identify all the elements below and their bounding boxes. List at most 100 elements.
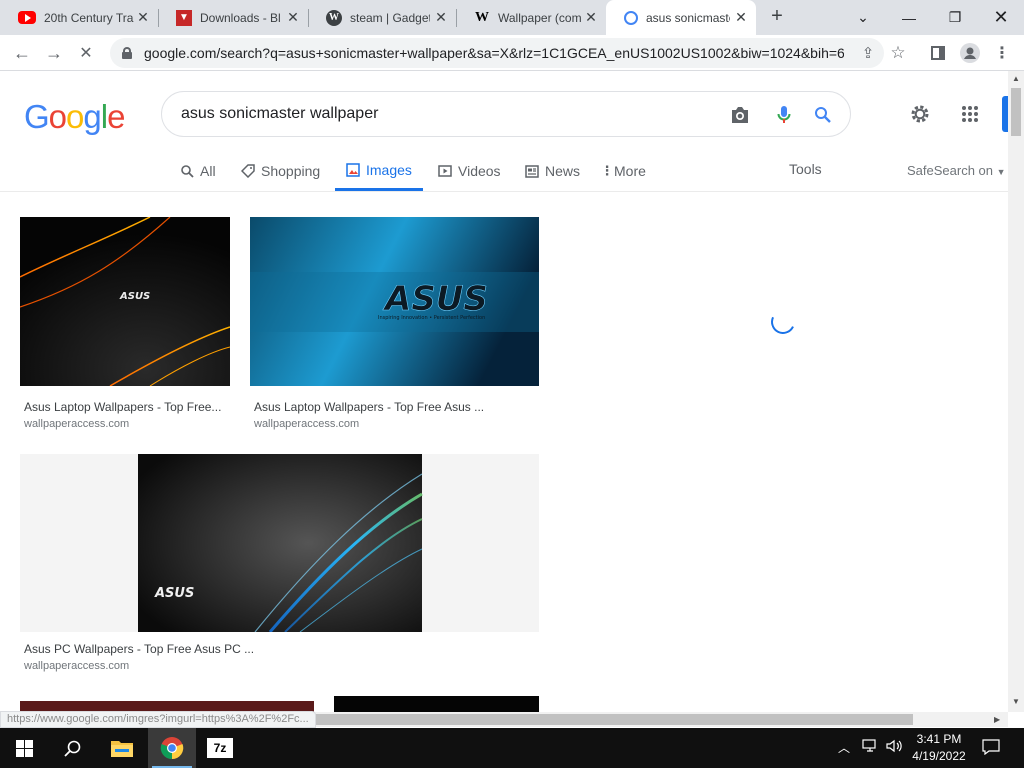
tab-more[interactable]: ⋮ More [601,151,646,191]
search-icon[interactable] [811,103,835,127]
forward-arrow-icon[interactable]: → [40,39,68,67]
clock-time: 3:41 PM [916,732,962,746]
tab-title: Wallpaper (com [498,10,582,25]
address-url[interactable]: google.com/search?q=asus+sonicmaster+wal… [144,45,844,61]
tab-title: 20th Century Tra [44,10,134,25]
result-thumbnail[interactable]: ASUS Inspiring Innovation • Persistent P… [250,217,539,386]
tab-all[interactable]: All [180,151,216,191]
clock-date: 4/19/2022 [912,749,966,763]
scroll-up-arrow-icon[interactable]: ▲ [1012,74,1020,83]
search-icon[interactable] [48,728,96,768]
news-icon [525,164,539,178]
stop-loading-icon[interactable]: ✕ [72,39,100,67]
browser-tab[interactable]: ▼ Downloads - Bl ✕ [158,0,308,35]
tab-strip: 20th Century Tra ✕ ▼ Downloads - Bl ✕ W … [0,0,1024,35]
notifications-icon[interactable] [982,739,1000,758]
tab-shopping[interactable]: Shopping [241,151,320,191]
volume-icon[interactable] [886,739,904,756]
new-tab-button[interactable]: + [765,5,789,29]
scroll-down-arrow-icon[interactable]: ▼ [1012,697,1020,706]
asus-logo: ASUS [119,291,150,302]
wikipedia-icon: W [475,9,489,25]
7zip-icon[interactable]: 7z [196,728,244,768]
tab-search-icon[interactable]: ⌄ [840,0,886,35]
search-input[interactable]: asus sonicmaster wallpaper [161,91,851,137]
google-results-page: Google asus sonicmaster wallpaper All Sh… [0,71,1008,712]
browser-tab[interactable]: W steam | Gadget ✕ [308,0,456,35]
side-panel-icon[interactable] [926,41,950,65]
asus-logo: ASUS [382,279,488,319]
tools-button[interactable]: Tools [789,161,822,177]
windows-start-icon[interactable] [0,728,48,768]
close-icon[interactable]: ✕ [584,10,598,24]
result-source[interactable]: wallpaperaccess.com [24,418,129,430]
settings-gear-icon[interactable] [908,102,932,126]
close-window-button[interactable]: ✕ [978,0,1024,35]
minimize-button[interactable]: — [886,0,932,35]
windows-taskbar: 7z ︿ 3:41 PM 4/19/2022 [0,728,1024,768]
scroll-right-arrow-icon[interactable]: ▶ [994,715,1000,724]
vertical-scrollbar[interactable]: ▲ ▼ [1008,71,1024,712]
result-source[interactable]: wallpaperaccess.com [24,660,129,672]
asus-logo: ASUS [154,586,194,601]
close-icon[interactable]: ✕ [286,10,300,24]
safesearch-label: SafeSearch on [907,163,994,178]
tab-label: Images [366,161,412,178]
result-thumbnail-partial[interactable] [334,696,539,712]
result-title[interactable]: Asus Laptop Wallpapers - Top Free... [24,400,221,414]
system-clock[interactable]: 3:41 PM 4/19/2022 [905,731,973,765]
tab-title: Downloads - Bl [200,10,280,25]
result-title[interactable]: Asus PC Wallpapers - Top Free Asus PC ..… [24,642,254,656]
google-icon [624,10,638,25]
browser-tab[interactable]: W Wallpaper (com ✕ [456,0,606,35]
camera-icon[interactable] [728,103,752,127]
kebab-menu-icon[interactable]: ⋮ [990,41,1014,65]
status-bubble: https://www.google.com/imgres?imgurl=htt… [0,711,316,728]
caret-down-icon: ▼ [996,167,1006,177]
chevron-up-icon[interactable]: ︿ [838,739,850,756]
apps-grid-icon[interactable] [958,102,982,126]
chrome-icon[interactable] [148,728,196,768]
close-icon[interactable]: ✕ [734,10,748,24]
browser-tab[interactable]: 20th Century Tra ✕ [0,0,158,35]
file-explorer-icon[interactable] [98,728,146,768]
7zip-label: 7z [207,738,233,758]
profile-avatar-icon[interactable] [958,41,982,65]
close-icon[interactable]: ✕ [136,10,150,24]
google-logo[interactable]: Google [24,98,125,136]
play-icon [438,164,452,178]
asus-tagline: Inspiring Innovation • Persistent Perfec… [378,315,485,321]
safesearch-toggle[interactable]: SafeSearch on ▼ [907,163,1006,178]
tab-images[interactable]: Images [335,151,423,191]
tab-videos[interactable]: Videos [438,151,501,191]
result-thumbnail[interactable]: ASUS [20,454,539,632]
tag-icon [241,164,255,178]
browser-toolbar: ← → ✕ google.com/search?q=asus+sonicmast… [0,35,1024,71]
tab-label: News [545,163,581,179]
tab-label: All [200,163,216,179]
microphone-icon[interactable] [772,103,796,127]
screen: 20th Century Tra ✕ ▼ Downloads - Bl ✕ W … [0,0,1024,768]
close-icon[interactable]: ✕ [434,10,448,24]
youtube-icon [18,11,36,24]
bookmark-star-icon[interactable]: ☆ [886,41,910,65]
tab-news[interactable]: News [525,151,580,191]
result-title[interactable]: Asus Laptop Wallpapers - Top Free Asus .… [254,400,484,414]
search-query[interactable]: asus sonicmaster wallpaper [181,105,378,123]
search-icon [180,164,194,178]
share-icon[interactable]: ⇪ [856,41,880,65]
result-source[interactable]: wallpaperaccess.com [254,418,359,430]
back-arrow-icon[interactable]: ← [8,39,36,67]
tab-label: More [614,163,646,179]
image-icon [346,162,360,177]
loading-spinner-icon [767,306,799,338]
tab-label: Shopping [261,163,321,179]
browser-tab-active[interactable]: asus sonicmaste ✕ [606,0,756,35]
network-icon[interactable] [862,739,878,756]
restore-button[interactable]: ❐ [932,0,978,35]
lock-icon[interactable] [122,47,132,59]
tab-label: Videos [458,163,501,179]
result-thumbnail[interactable]: ASUS [20,217,230,386]
vertical-scroll-thumb[interactable] [1011,88,1021,136]
address-bar[interactable]: google.com/search?q=asus+sonicmaster+wal… [110,38,884,68]
